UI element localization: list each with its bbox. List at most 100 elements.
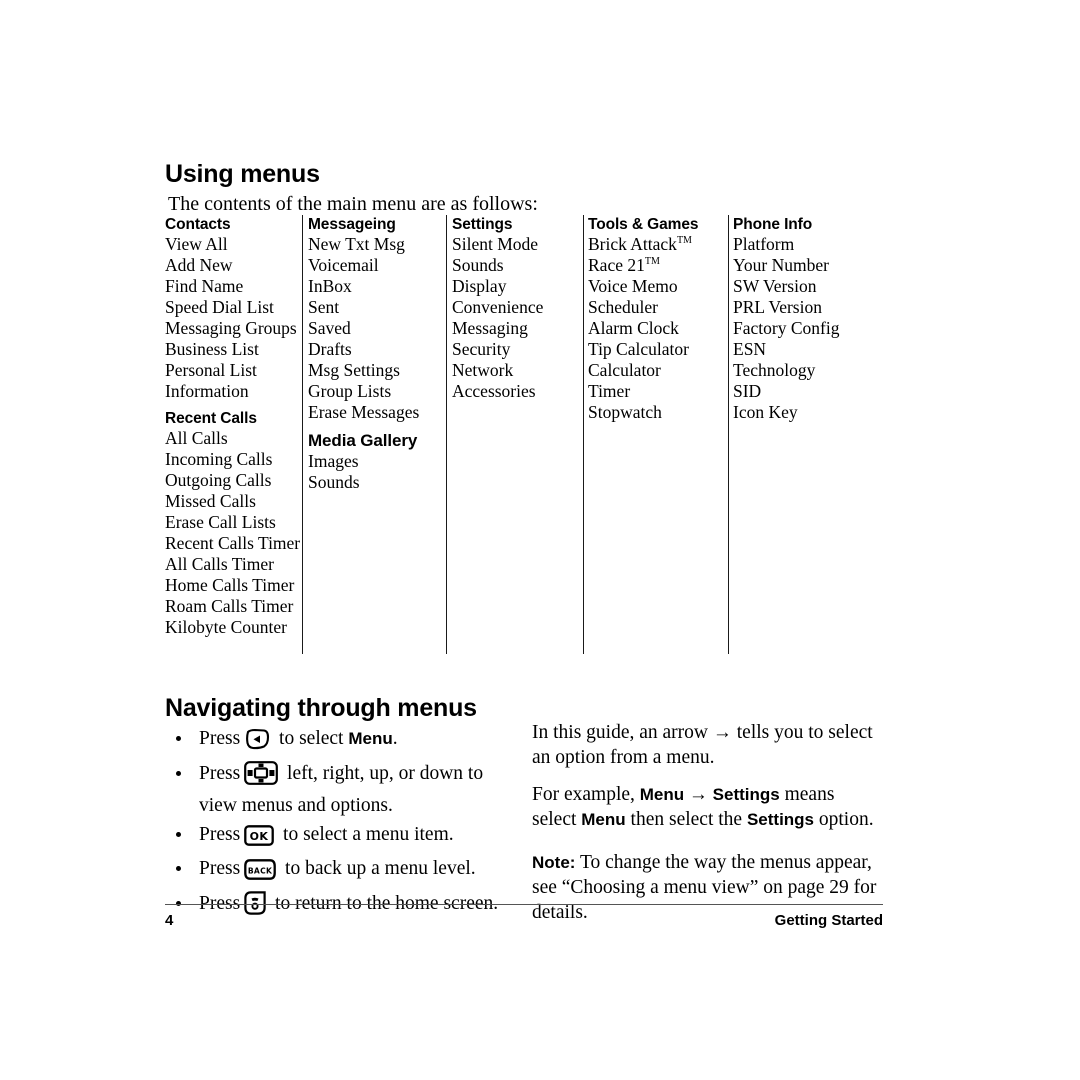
menu-group: Contacts View All Add New Find Name Speed Di… [165, 215, 297, 402]
menu-item[interactable]: Add New [165, 255, 297, 276]
menu-item[interactable]: Stopwatch [588, 402, 720, 423]
column-divider-4 [728, 215, 729, 654]
menu-item[interactable]: Platform [733, 234, 865, 255]
menu-item[interactable]: Personal List [165, 360, 297, 381]
menu-item[interactable]: Tip Calculator [588, 339, 720, 360]
menu-item[interactable]: Silent Mode [452, 234, 584, 255]
menu-item[interactable]: Technology [733, 360, 865, 381]
menu-item[interactable]: Sounds [452, 255, 584, 276]
press-label: Press [199, 728, 241, 749]
example-part3: then select the [625, 809, 747, 830]
note-label: Note: [532, 853, 576, 872]
menu-item[interactable]: SID [733, 381, 865, 402]
menu-item[interactable]: Race 21TM [588, 255, 720, 276]
svg-text:BACK: BACK [248, 866, 273, 875]
menu-item[interactable]: InBox [308, 276, 440, 297]
menu-item[interactable]: Speed Dial List [165, 297, 297, 318]
menu-item[interactable]: Voice Memo [588, 276, 720, 297]
menu-item[interactable]: Factory Config [733, 318, 865, 339]
menu-item[interactable]: Msg Settings [308, 360, 440, 381]
menu-group-heading: Tools & Games [588, 216, 699, 233]
menu-item[interactable]: Scheduler [588, 297, 720, 318]
menu-item[interactable]: Timer [588, 381, 720, 402]
menu-item[interactable]: Brick AttackTM [588, 234, 720, 255]
bullet-dot-icon [176, 770, 181, 776]
navigation-pad-icon [244, 760, 279, 794]
svg-text:OK: OK [250, 830, 269, 843]
menu-item[interactable]: Group Lists [308, 381, 440, 402]
footer-chapter-name: Getting Started [774, 912, 883, 929]
trademark-icon: TM [676, 235, 692, 247]
key-instruction-row: Press to return to the home screen. [172, 890, 502, 924]
menu-item[interactable]: PRL Version [733, 297, 865, 318]
example-paragraph: For example, Menu → Settings means selec… [532, 782, 880, 832]
column-divider-1 [302, 215, 303, 654]
menu-item[interactable]: Saved [308, 318, 440, 339]
menu-item[interactable]: All Calls Timer [165, 554, 297, 575]
menu-item[interactable]: Messaging Groups [165, 318, 297, 339]
menu-item[interactable]: Information [165, 381, 297, 402]
menu-item[interactable]: Accessories [452, 381, 584, 402]
menu-item[interactable]: Outgoing Calls [165, 470, 297, 491]
menu-item[interactable]: Convenience [452, 297, 584, 318]
menu-item[interactable]: Kilobyte Counter [165, 617, 297, 638]
menu-item[interactable]: Security [452, 339, 584, 360]
menu-group: Phone Info Platform Your Number SW Version P… [733, 215, 865, 423]
example-menu-label: Menu [639, 785, 685, 804]
menu-item[interactable]: Sent [308, 297, 440, 318]
manual-page: Using menus The contents of the main men… [0, 0, 1080, 1080]
menu-item[interactable]: Images [308, 451, 440, 472]
left-softkey-icon [244, 728, 270, 759]
menu-item[interactable]: Messaging [452, 318, 584, 339]
menu-item[interactable]: Missed Calls [165, 491, 297, 512]
menu-group-heading: Settings [452, 216, 513, 233]
bullet-dot-icon [176, 736, 181, 741]
menu-item[interactable]: View All [165, 234, 297, 255]
arrow-expl-part1: In this guide, an arrow [532, 722, 713, 743]
example-part4: option. [814, 809, 874, 830]
instruction-text: to return to the home screen. [270, 892, 499, 914]
menu-group: Settings Silent Mode Sounds Display Convenie… [452, 215, 584, 402]
menu-item[interactable]: Home Calls Timer [165, 575, 297, 596]
instruction-text: to select [274, 728, 349, 749]
menu-item[interactable]: Calculator [588, 360, 720, 381]
menu-group-heading: Messageing [308, 216, 396, 233]
menu-item[interactable]: Business List [165, 339, 297, 360]
press-label: Press [199, 892, 241, 914]
menu-column-1: Contacts View All Add New Find Name Speed Di… [165, 215, 300, 638]
menu-item[interactable]: ESN [733, 339, 865, 360]
menu-item[interactable]: Voicemail [308, 255, 440, 276]
bullet-dot-icon [176, 866, 181, 871]
menu-item[interactable]: Your Number [733, 255, 865, 276]
menu-column-2: Messageing New Txt Msg Voicemail InBox Sent S… [308, 215, 440, 493]
menu-item[interactable]: Erase Call Lists [165, 512, 297, 533]
menu-item[interactable]: All Calls [165, 428, 297, 449]
menu-item[interactable]: Incoming Calls [165, 449, 297, 470]
menu-item[interactable]: Roam Calls Timer [165, 596, 297, 617]
main-menu-table: Contacts View All Add New Find Name Speed Di… [165, 215, 885, 655]
instruction-text: left, right, up, or down to view menus a… [199, 762, 484, 817]
example-part1: For example, [532, 784, 640, 805]
menu-item[interactable]: Drafts [308, 339, 440, 360]
navigation-key-list: Press to select Menu. Press left, right, … [172, 726, 502, 925]
menu-item[interactable]: Display [452, 276, 584, 297]
menu-item[interactable]: Erase Messages [308, 402, 440, 423]
menu-item[interactable]: Recent Calls Timer [165, 533, 300, 554]
arrow-glyph-icon: → [712, 722, 732, 743]
menu-item[interactable]: Network [452, 360, 584, 381]
example-menu-label-2: Menu [581, 810, 626, 829]
menu-item[interactable]: SW Version [733, 276, 865, 297]
example-settings-label: Settings [712, 785, 780, 804]
instruction-text: to select a menu item. [278, 823, 454, 845]
column-divider-2 [446, 215, 447, 654]
press-label: Press [199, 858, 241, 879]
menu-item[interactable]: New Txt Msg [308, 234, 440, 255]
menu-item[interactable]: Sounds [308, 472, 440, 493]
key-instruction-row: Press BACK to back up a menu level. [172, 856, 502, 889]
menu-item[interactable]: Icon Key [733, 402, 865, 423]
press-label: Press [199, 762, 241, 784]
menu-item[interactable]: Find Name [165, 276, 297, 297]
instruction-tail: . [392, 728, 398, 749]
example-settings-label-2: Settings [746, 810, 815, 829]
menu-item[interactable]: Alarm Clock [588, 318, 720, 339]
